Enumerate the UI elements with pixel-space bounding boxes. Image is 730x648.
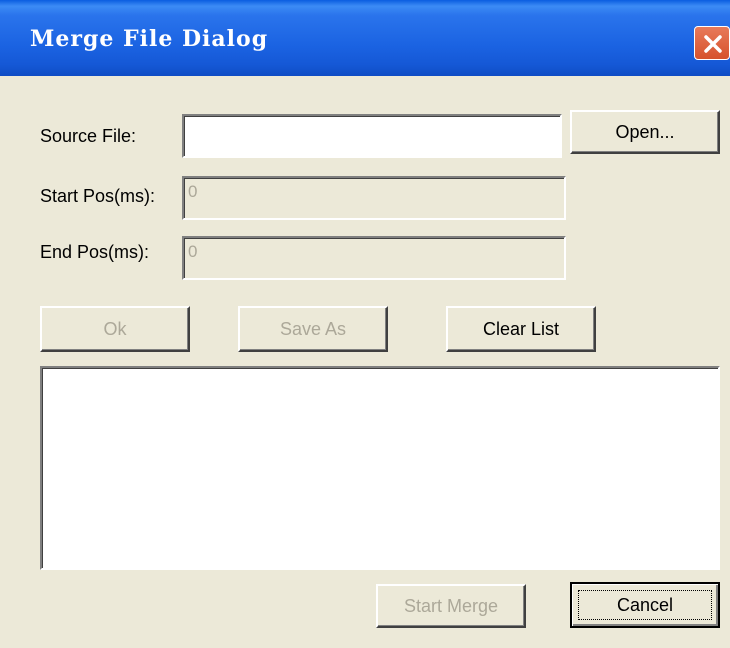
- source-file-label: Source File:: [40, 126, 137, 146]
- clear-list-button[interactable]: Clear List: [446, 306, 596, 352]
- close-icon: [704, 35, 722, 53]
- open-button[interactable]: Open...: [570, 110, 720, 154]
- title-bar[interactable]: Merge File Dialog: [0, 0, 730, 76]
- window-title: Merge File Dialog: [30, 26, 269, 52]
- ok-button[interactable]: Ok: [40, 306, 190, 352]
- close-button[interactable]: [694, 26, 730, 60]
- source-file-input[interactable]: [182, 114, 562, 158]
- start-pos-label: Start Pos(ms):: [40, 186, 156, 206]
- start-pos-input[interactable]: 0: [182, 176, 566, 220]
- cancel-button[interactable]: Cancel: [570, 582, 720, 628]
- file-list[interactable]: [40, 366, 720, 570]
- focus-ring: [578, 590, 712, 620]
- end-pos-label: End Pos(ms):: [40, 242, 150, 262]
- save-as-button[interactable]: Save As: [238, 306, 388, 352]
- merge-file-dialog: Merge File Dialog Source File: Open... S…: [0, 0, 730, 648]
- start-merge-button[interactable]: Start Merge: [376, 584, 526, 628]
- end-pos-input[interactable]: 0: [182, 236, 566, 280]
